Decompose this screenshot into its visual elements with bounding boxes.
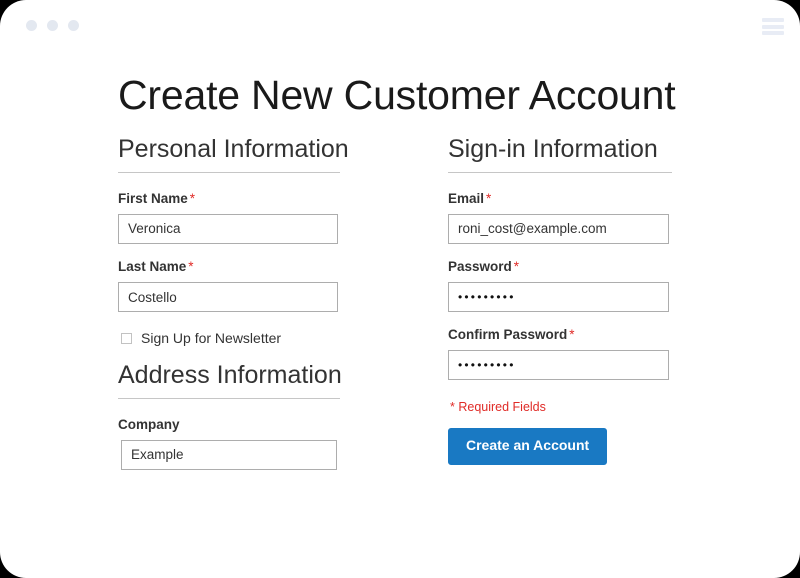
company-label-text: Company <box>118 416 180 432</box>
email-label: Email * <box>448 191 778 207</box>
first-name-label: First Name * <box>118 191 448 207</box>
password-label: Password * <box>448 259 778 275</box>
newsletter-label: Sign Up for Newsletter <box>141 330 282 347</box>
personal-information-section: Personal Information First Name* Last Na… <box>118 133 448 345</box>
column-left: Personal Information First Name* Last Na… <box>118 133 448 485</box>
form-columns: Personal Information First Name* Last Na… <box>0 133 800 485</box>
personal-information-legend: Personal Information <box>118 135 349 164</box>
column-right: Sign-in Information Email* Password* <box>448 133 778 485</box>
window-dot-2[interactable] <box>47 20 58 31</box>
page-content: Create New Customer Account Personal Inf… <box>0 56 800 485</box>
required-fields-note: * Required Fields <box>450 400 546 415</box>
confirm-password-input[interactable] <box>448 350 669 381</box>
address-information-legend: Address Information <box>118 361 342 390</box>
confirm-password-required-mark: * <box>569 327 575 343</box>
password-input[interactable] <box>448 282 669 313</box>
personal-information-divider <box>118 171 340 173</box>
company-field: Company <box>118 417 448 470</box>
confirm-password-field: Confirm Password * <box>448 327 778 381</box>
company-input[interactable] <box>121 439 337 470</box>
browser-window: Create New Customer Account Personal Inf… <box>0 0 800 578</box>
newsletter-signup-row[interactable]: Sign Up for Newsletter <box>118 331 448 345</box>
signin-information-divider <box>448 171 672 173</box>
password-label-text: Password <box>448 258 512 274</box>
last-name-label: Last Name * <box>118 259 448 275</box>
confirm-password-label: Confirm Password * <box>448 327 778 343</box>
signin-information-legend: Sign-in Information <box>448 135 658 164</box>
last-name-label-text: Last Name <box>118 258 187 274</box>
window-dot-1[interactable] <box>26 20 37 31</box>
address-information-divider <box>118 397 340 399</box>
first-name-label-text: First Name <box>118 190 188 206</box>
signin-information-section: Sign-in Information Email* Password* <box>448 133 778 465</box>
company-label: Company <box>118 417 448 433</box>
email-required-mark: * <box>486 190 492 206</box>
first-name-required-mark: * <box>189 190 196 206</box>
email-input[interactable] <box>448 213 669 244</box>
create-account-button[interactable]: Create an Account <box>448 428 608 465</box>
newsletter-checkbox[interactable] <box>121 332 132 344</box>
page-title: Create New Customer Account <box>118 72 676 118</box>
hamburger-line-1 <box>762 18 784 22</box>
hamburger-menu-icon[interactable] <box>762 18 784 35</box>
email-field: Email * <box>448 191 778 244</box>
last-name-field: Last Name * <box>118 259 448 313</box>
window-control-dots <box>26 20 79 31</box>
address-information-section: Address Information Company <box>118 359 448 470</box>
confirm-password-label-text: Confirm Password <box>448 327 568 343</box>
window-dot-3[interactable] <box>68 20 79 31</box>
window-chrome-bar <box>0 0 800 56</box>
password-field: Password * <box>448 259 778 313</box>
hamburger-line-3 <box>762 31 784 35</box>
last-name-input[interactable] <box>118 282 338 313</box>
password-required-mark: * <box>513 258 520 274</box>
hamburger-line-2 <box>762 24 784 29</box>
last-name-required-mark: * <box>188 258 194 274</box>
first-name-input[interactable] <box>118 213 338 244</box>
first-name-field: First Name * <box>118 191 448 244</box>
email-label-text: Email <box>448 190 485 206</box>
